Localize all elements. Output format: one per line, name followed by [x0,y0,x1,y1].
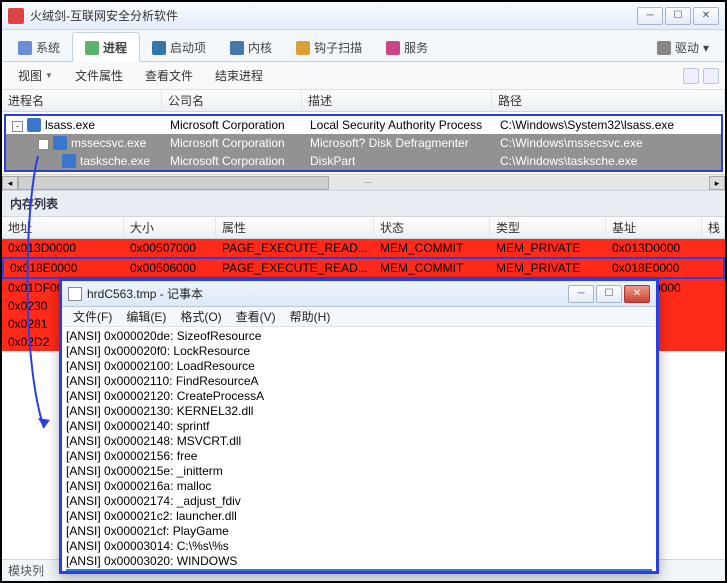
app-icon [8,8,24,24]
col-type[interactable]: 类型 [490,216,606,239]
minimize-button[interactable]: ─ [637,7,663,25]
tab-kernel[interactable]: 内核 [218,33,284,61]
hook-icon [296,41,310,55]
notepad-line[interactable]: [ANSI] 0x00003014: C:\%s\%s [66,539,652,554]
col-procname[interactable]: 进程名 [2,89,162,112]
col-base[interactable]: 基址 [606,216,702,239]
process-columns: 进程名 公司名 描述 路径 [2,90,725,112]
notepad-line[interactable]: [ANSI] 0x00002100: LoadResource [66,359,652,374]
col-desc[interactable]: 描述 [302,89,492,112]
scroll-thumb[interactable] [18,176,329,190]
scroll-right-icon[interactable]: ▸ [709,176,725,190]
startup-icon [152,41,166,55]
menu-format[interactable]: 格式(O) [173,306,228,327]
tab-hook[interactable]: 钩子扫描 [284,33,374,61]
view-file-button[interactable]: 查看文件 [135,63,203,88]
file-attr-button[interactable]: 文件属性 [65,63,133,88]
chevron-down-icon: ▼ [45,71,53,80]
titlebar: 火绒剑-互联网安全分析软件 ─ ☐ ✕ [2,2,725,30]
process-rows: -lsass.exe Microsoft Corporation Local S… [4,114,723,172]
table-row[interactable]: tasksche.exe Microsoft Corporation DiskP… [6,152,721,170]
col-extra[interactable]: 栈 [702,216,725,239]
close-button[interactable]: ✕ [693,7,719,25]
menu-view[interactable]: 查看(V) [229,306,283,327]
col-addr[interactable]: 地址 [2,216,124,239]
notepad-titlebar: hrdC563.tmp - 记事本 ─ ☐ ✕ [62,281,656,307]
notepad-line[interactable]: [ANSI] 0x0000216a: malloc [66,479,652,494]
process-icon [27,118,41,132]
notepad-body[interactable]: [ANSI] 0x000020de: SizeofResource[ANSI] … [62,327,656,571]
notepad-line[interactable]: [ANSI] 0x00002174: _adjust_fdiv [66,494,652,509]
table-row[interactable]: -mssecsvc.exe Microsoft Corporation Micr… [6,134,721,152]
menu-file[interactable]: 文件(F) [66,306,119,327]
notepad-line[interactable]: [ANSI] 0x00003028: mssecsvc.exe [66,569,652,571]
notepad-line[interactable]: [ANSI] 0x000020f0: LockResource [66,344,652,359]
maximize-button[interactable]: ☐ [665,7,691,25]
tab-drivers[interactable]: 驱动▾ [645,33,721,61]
notepad-line[interactable]: [ANSI] 0x00002110: FindResourceA [66,374,652,389]
services-icon [386,41,400,55]
notepad-title: hrdC563.tmp - 记事本 [87,285,568,302]
collapse-icon[interactable]: - [12,121,23,132]
notepad-line[interactable]: [ANSI] 0x00002156: free [66,449,652,464]
menu-help[interactable]: 帮助(H) [283,306,338,327]
tool-icon-1[interactable] [683,68,699,84]
col-state[interactable]: 状态 [374,216,490,239]
tab-process[interactable]: 进程 [72,32,140,62]
notepad-line[interactable]: [ANSI] 0x000020de: SizeofResource [66,329,652,344]
notepad-line[interactable]: [ANSI] 0x00003020: WINDOWS [66,554,652,569]
process-icon [85,41,99,55]
system-icon [18,41,32,55]
table-row[interactable]: 0x013D00000x00507000PAGE_EXECUTE_READ...… [2,239,725,257]
np-maximize-button[interactable]: ☐ [596,285,622,303]
col-path[interactable]: 路径 [492,89,725,112]
status-modules: 模块列 [8,562,44,579]
process-icon [53,136,67,150]
drivers-icon [657,41,671,55]
notepad-menu: 文件(F) 编辑(E) 格式(O) 查看(V) 帮助(H) [62,307,656,327]
main-tabs: 系统 进程 启动项 内核 钩子扫描 服务 驱动▾ [2,30,725,62]
notepad-line[interactable]: [ANSI] 0x00002148: MSVCRT.dll [66,434,652,449]
tool-icon-2[interactable] [703,68,719,84]
notepad-icon [68,287,82,301]
view-menu[interactable]: 视图 ▼ [8,63,63,88]
kernel-icon [230,41,244,55]
collapse-icon[interactable]: - [38,139,49,150]
table-row[interactable]: -lsass.exe Microsoft Corporation Local S… [6,116,721,134]
notepad-line[interactable]: [ANSI] 0x000021cf: PlayGame [66,524,652,539]
memory-columns: 地址 大小 属性 状态 类型 基址 栈 [2,217,725,239]
tab-services[interactable]: 服务 [374,33,440,61]
memory-section-title: 内存列表 [2,190,725,217]
col-company[interactable]: 公司名 [162,89,302,112]
table-row[interactable]: 0x018E00000x00506000PAGE_EXECUTE_READ...… [4,259,723,277]
end-process-button[interactable]: 结束进程 [205,63,273,88]
np-close-button[interactable]: ✕ [624,285,650,303]
notepad-line[interactable]: [ANSI] 0x0000215e: _initterm [66,464,652,479]
tab-system[interactable]: 系统 [6,33,72,61]
notepad-line[interactable]: [ANSI] 0x00002130: KERNEL32.dll [66,404,652,419]
process-icon [62,154,76,168]
col-attr[interactable]: 属性 [216,216,374,239]
col-size[interactable]: 大小 [124,216,216,239]
menu-edit[interactable]: 编辑(E) [119,306,173,327]
tab-startup[interactable]: 启动项 [140,33,218,61]
window-title: 火绒剑-互联网安全分析软件 [30,7,637,24]
notepad-window: hrdC563.tmp - 记事本 ─ ☐ ✕ 文件(F) 编辑(E) 格式(O… [59,278,659,574]
np-minimize-button[interactable]: ─ [568,285,594,303]
notepad-line[interactable]: [ANSI] 0x00002120: CreateProcessA [66,389,652,404]
toolbar: 视图 ▼ 文件属性 查看文件 结束进程 [2,62,725,90]
scroll-left-icon[interactable]: ◂ [2,176,18,190]
notepad-line[interactable]: [ANSI] 0x00002140: sprintf [66,419,652,434]
h-scrollbar[interactable]: ◂ ⋯ ▸ [2,174,725,190]
notepad-line[interactable]: [ANSI] 0x000021c2: launcher.dll [66,509,652,524]
